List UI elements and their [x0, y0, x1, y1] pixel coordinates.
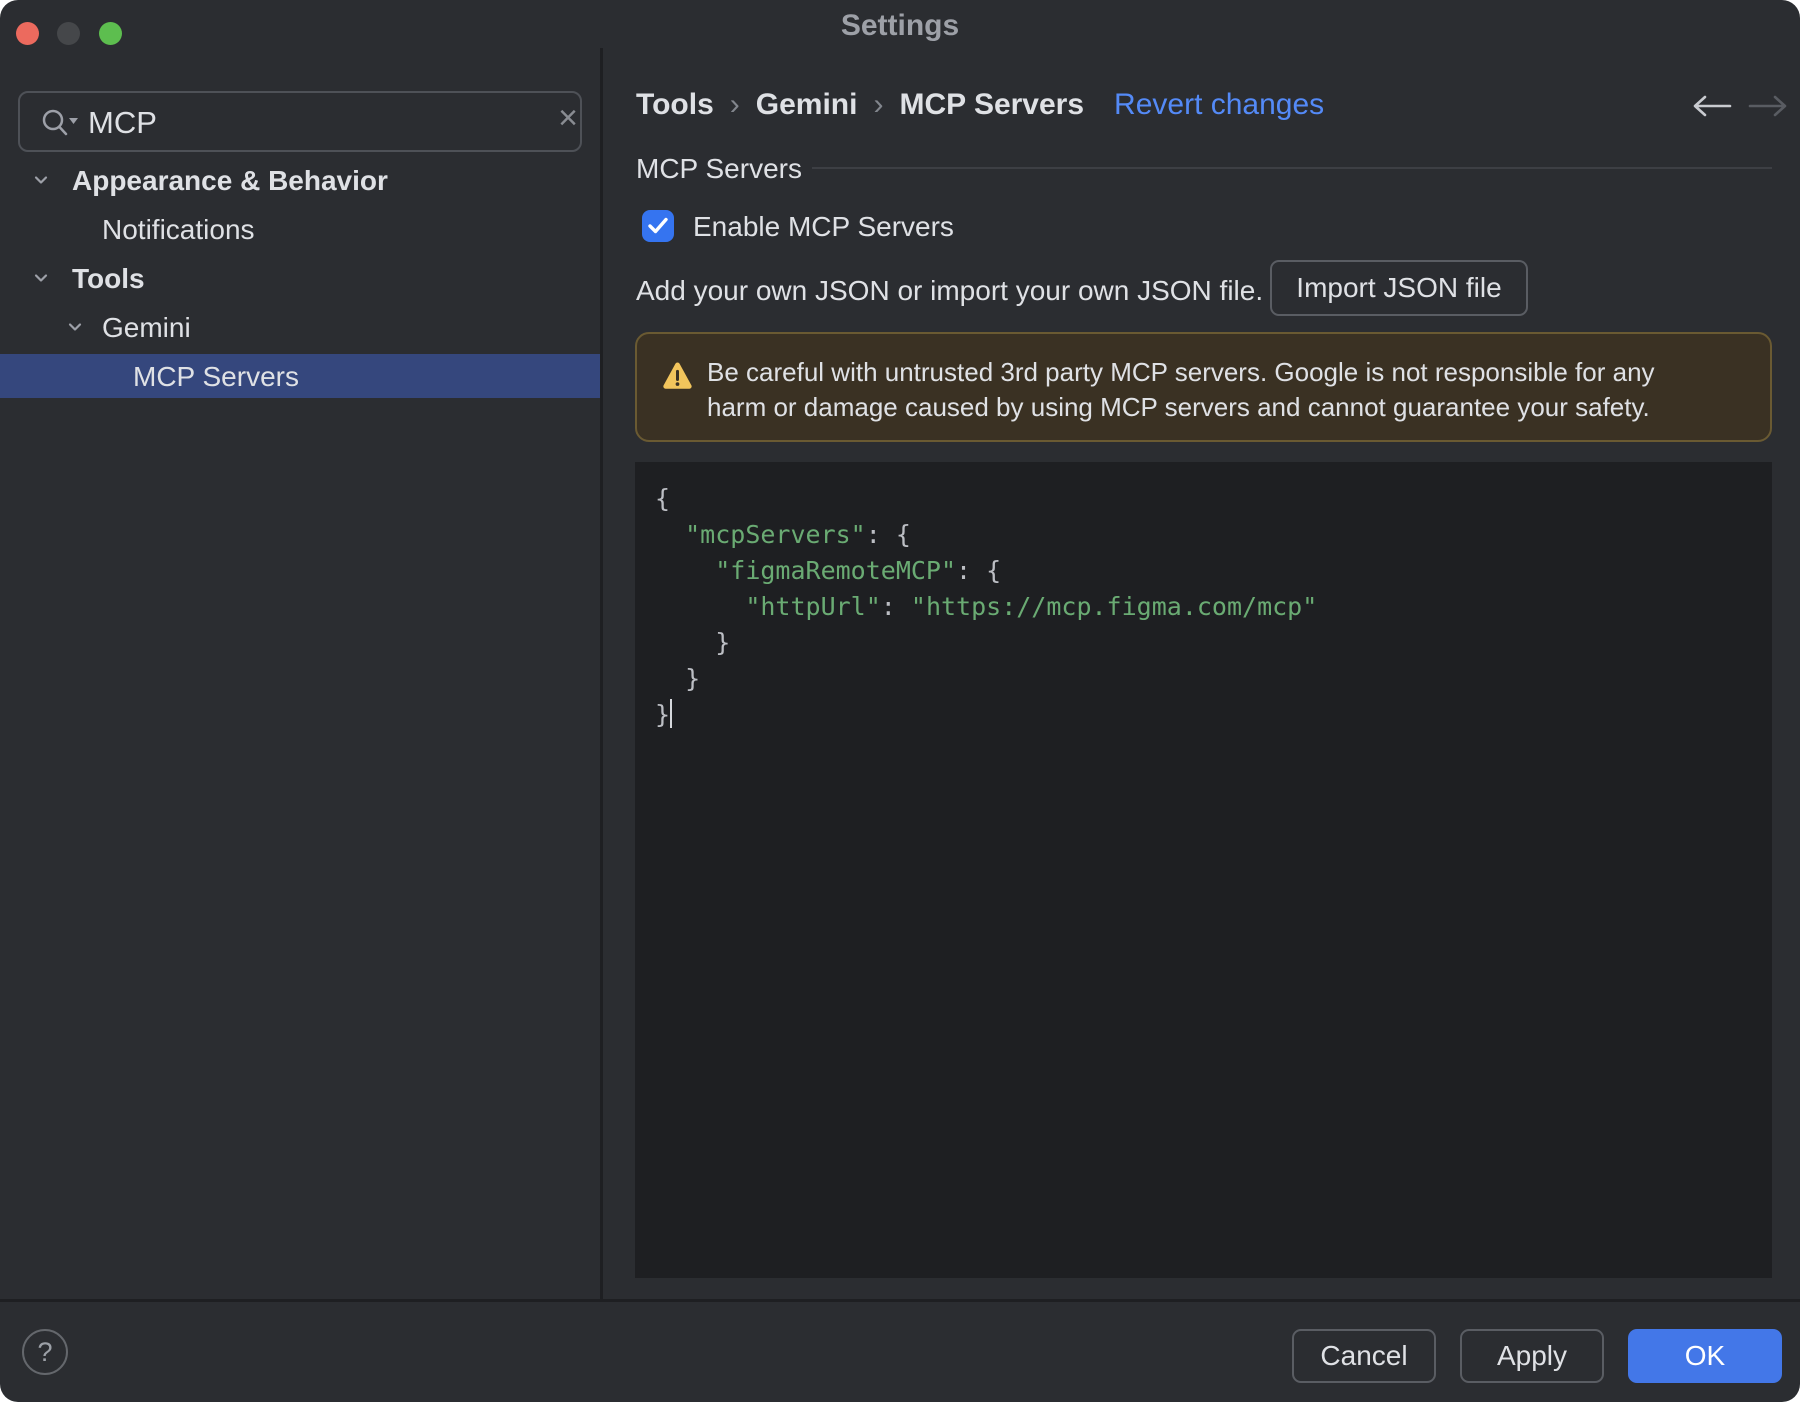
settings-search-field[interactable]: ×	[18, 91, 582, 152]
settings-window: Settings × Appearance & Behavior Notifica…	[0, 0, 1800, 1402]
code-token: "httpUrl"	[745, 592, 881, 621]
search-input[interactable]	[86, 99, 490, 146]
clear-search-icon[interactable]: ×	[548, 99, 588, 145]
mcp-json-editor[interactable]: { "mcpServers": { "figmaRemoteMCP": { "h…	[635, 462, 1772, 1278]
sidebar-item-notifications[interactable]: Notifications	[0, 207, 601, 251]
back-arrow-icon[interactable]	[1688, 92, 1734, 125]
breadcrumb-mcp-servers[interactable]: MCP Servers	[899, 88, 1084, 122]
chevron-down-icon[interactable]	[30, 267, 52, 294]
question-mark-icon: ?	[37, 1336, 53, 1367]
sidebar-divider	[600, 48, 603, 1300]
warning-line-2: harm or damage caused by using MCP serve…	[707, 392, 1650, 422]
sidebar-item-label: Tools	[72, 263, 145, 294]
code-line: }	[655, 697, 1317, 733]
sidebar-item-label: Notifications	[102, 214, 255, 245]
code-line: }	[655, 661, 1317, 697]
sidebar-item-tools[interactable]: Tools	[0, 256, 601, 300]
import-instructions: Add your own JSON or import your own JSO…	[636, 275, 1264, 306]
sidebar-item-label: Gemini	[102, 312, 191, 343]
code-token: :	[880, 592, 911, 621]
code-line: "mcpServers": {	[655, 517, 1317, 553]
cancel-button[interactable]: Cancel	[1292, 1329, 1436, 1383]
text-caret	[670, 699, 673, 728]
footer-divider	[0, 1299, 1800, 1302]
code-token: }	[655, 628, 731, 657]
window-titlebar[interactable]: Settings	[0, 0, 1800, 48]
sidebar-item-gemini[interactable]: Gemini	[0, 305, 601, 349]
sidebar-item-label: MCP Servers	[133, 361, 299, 392]
code-line: "figmaRemoteMCP": {	[655, 553, 1317, 589]
search-icon	[42, 109, 78, 136]
code-token: "mcpServers"	[685, 520, 866, 549]
section-divider	[812, 167, 1772, 169]
enable-mcp-servers-checkbox[interactable]	[642, 210, 674, 242]
revert-changes-link[interactable]: Revert changes	[1114, 88, 1324, 122]
breadcrumb-separator-icon: ›	[873, 88, 884, 121]
breadcrumb-tools[interactable]: Tools	[636, 88, 714, 122]
code-token: : {	[865, 520, 911, 549]
code-token: }	[655, 664, 701, 693]
warning-line-1: Be careful with untrusted 3rd party MCP …	[707, 357, 1655, 387]
chevron-down-icon[interactable]	[64, 316, 86, 343]
code-token: "figmaRemoteMCP"	[715, 556, 957, 585]
enable-mcp-servers-label: Enable MCP Servers	[693, 211, 954, 242]
checkmark-icon	[648, 217, 668, 234]
apply-button[interactable]: Apply	[1460, 1329, 1604, 1383]
code-line: "httpUrl": "https://mcp.figma.com/mcp"	[655, 589, 1317, 625]
code-token: {	[655, 484, 671, 513]
breadcrumb-separator-icon: ›	[729, 88, 740, 121]
warning-banner: Be careful with untrusted 3rd party MCP …	[635, 332, 1772, 442]
settings-dialog: Settings × Appearance & Behavior Notifica…	[0, 0, 1800, 1402]
help-button[interactable]: ?	[22, 1329, 68, 1375]
window-title: Settings	[840, 9, 960, 42]
sidebar-item-label: Appearance & Behavior	[72, 165, 388, 196]
warning-triangle-icon	[663, 362, 692, 389]
breadcrumb-gemini[interactable]: Gemini	[756, 88, 858, 122]
warning-text: Be careful with untrusted 3rd party MCP …	[707, 355, 1655, 425]
code-token: : {	[956, 556, 1002, 585]
search-options-arrow-icon	[69, 118, 78, 124]
sidebar-item-mcp-servers[interactable]: MCP Servers	[0, 354, 601, 398]
breadcrumb: Tools › Gemini › MCP Servers Revert chan…	[636, 84, 1324, 126]
forward-arrow-icon[interactable]	[1746, 92, 1792, 125]
code-token: "https://mcp.figma.com/mcp"	[910, 592, 1318, 621]
import-json-file-button[interactable]: Import JSON file	[1270, 260, 1528, 316]
chevron-down-icon[interactable]	[30, 169, 52, 196]
section-title: MCP Servers	[636, 153, 802, 184]
code-line: {	[655, 481, 1317, 517]
ok-button[interactable]: OK	[1628, 1329, 1782, 1383]
code-line: }	[655, 625, 1317, 661]
code-token: }	[655, 700, 671, 729]
json-code: { "mcpServers": { "figmaRemoteMCP": { "h…	[655, 481, 1317, 733]
sidebar-item-appearance-behavior[interactable]: Appearance & Behavior	[0, 158, 601, 202]
